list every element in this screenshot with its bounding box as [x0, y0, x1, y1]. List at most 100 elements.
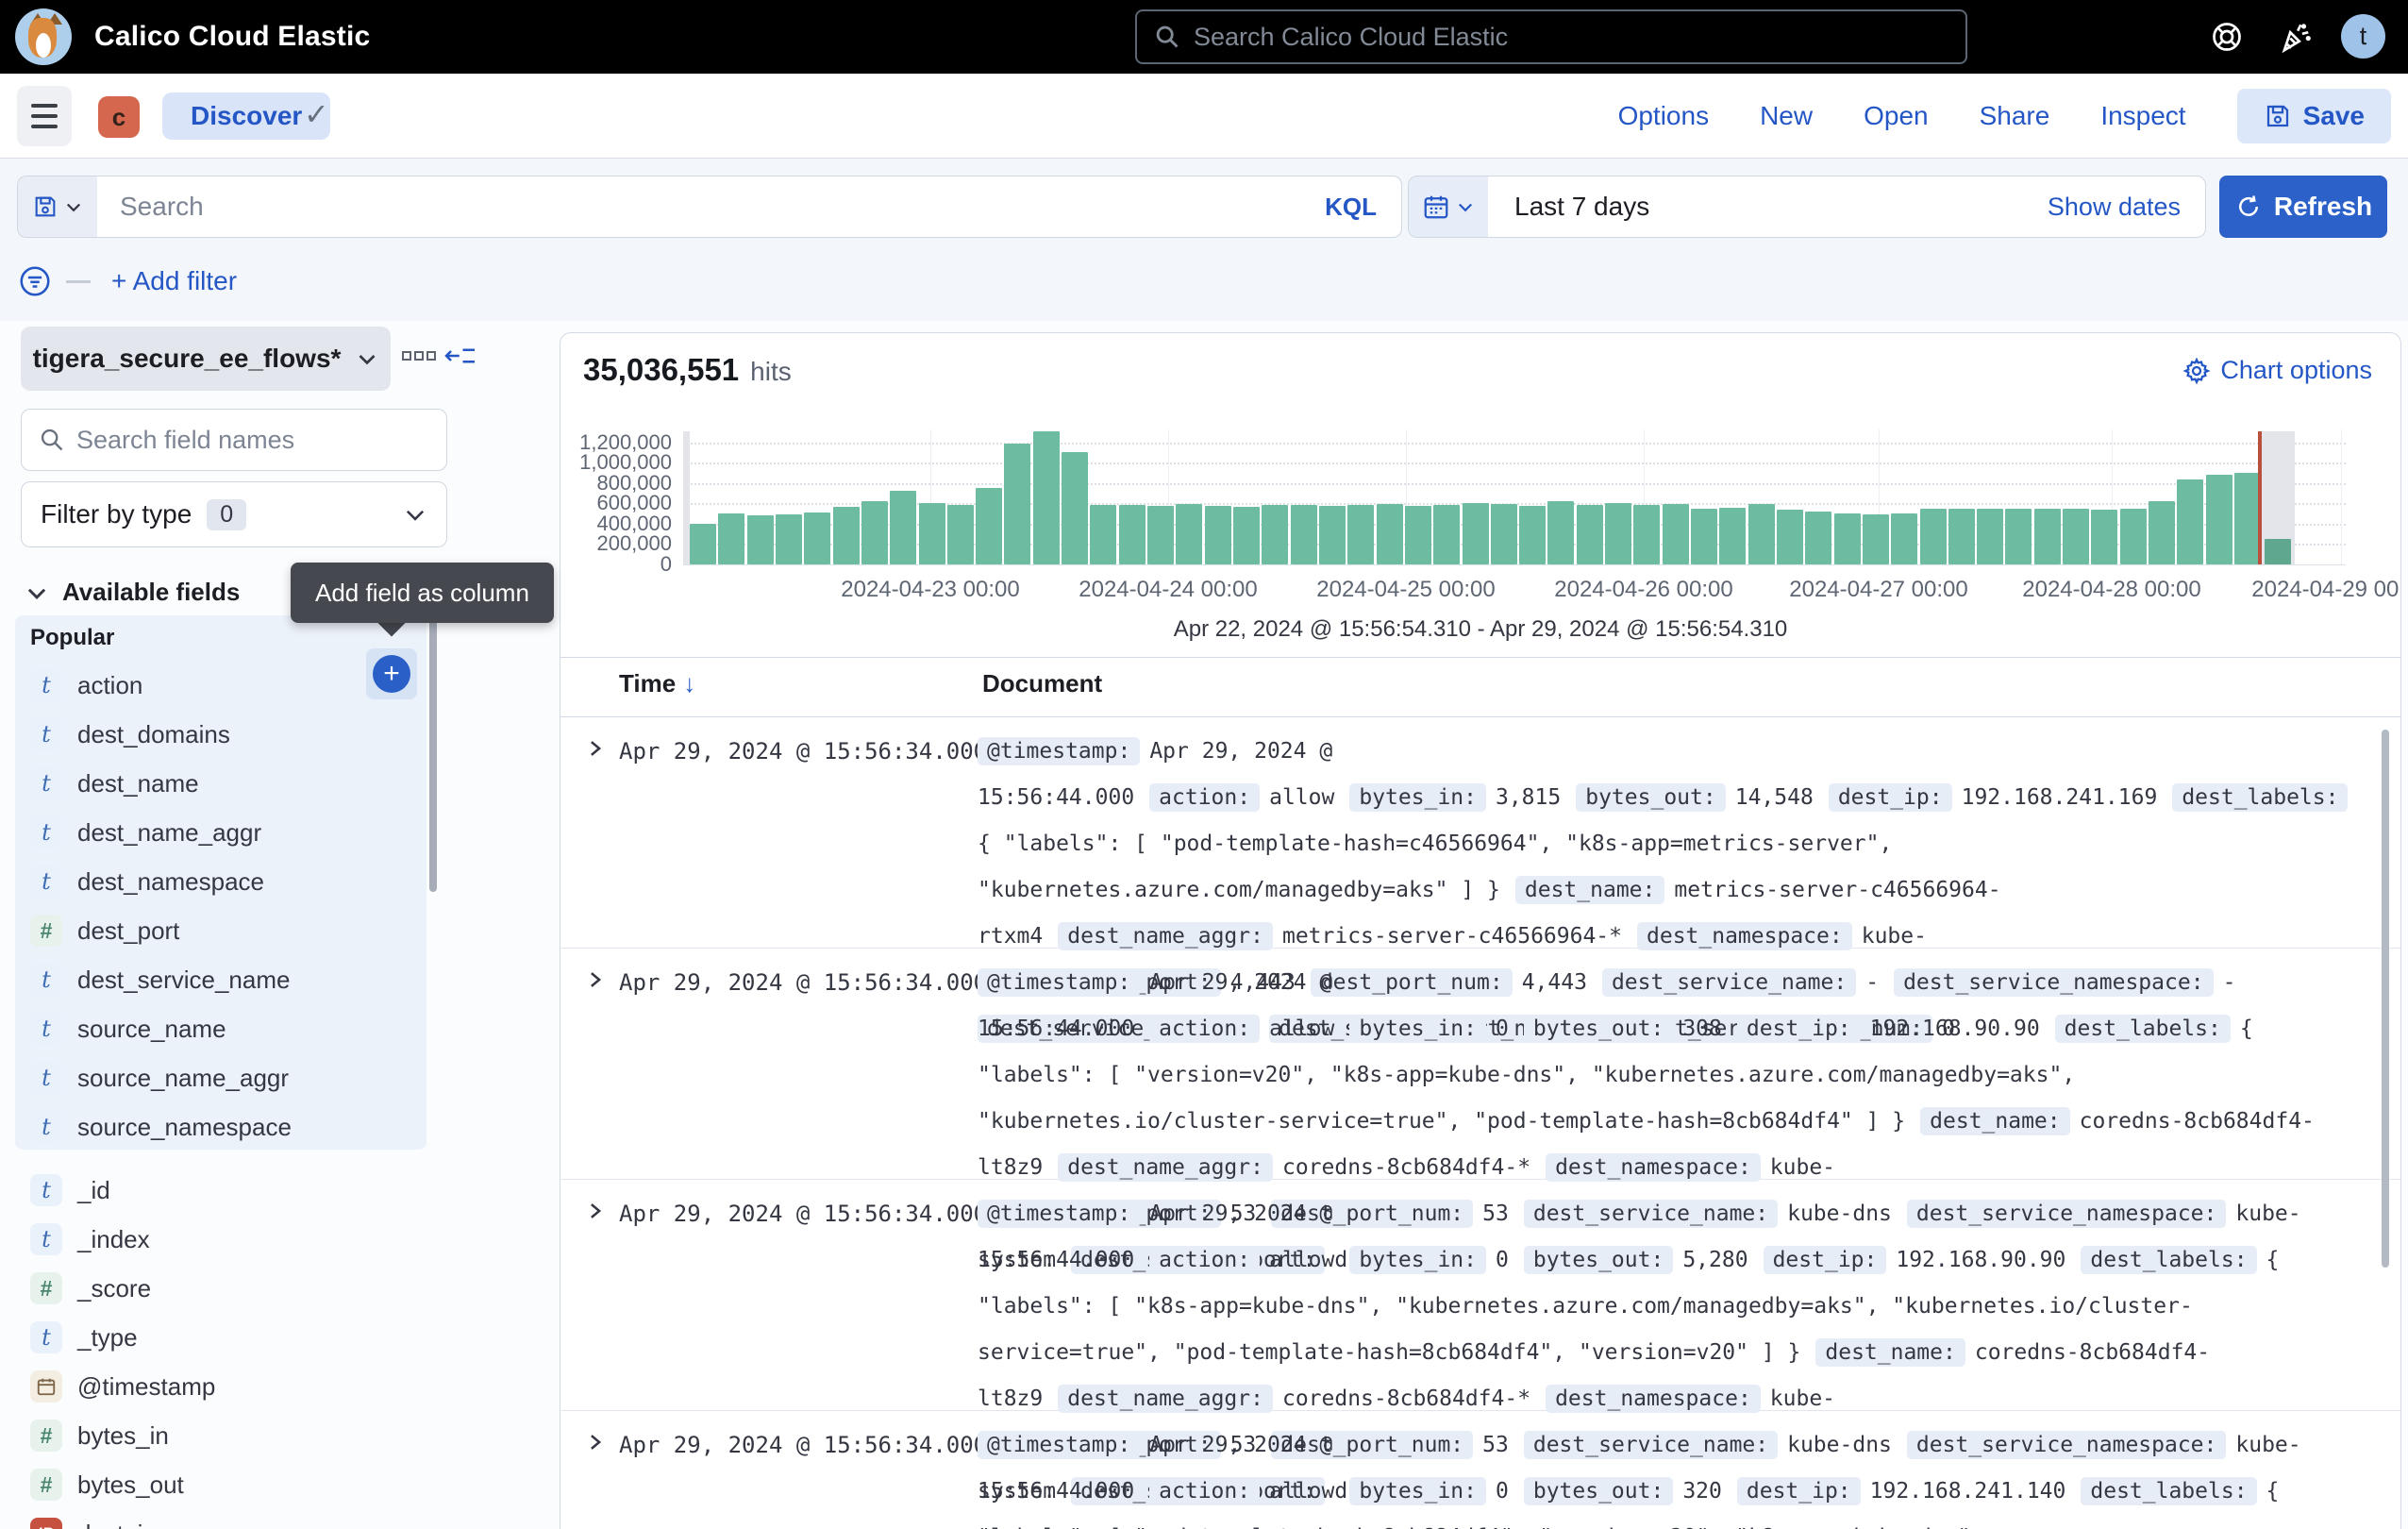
histogram-bar[interactable] — [1605, 503, 1631, 564]
histogram-bar[interactable] — [1463, 503, 1489, 564]
histogram-bar[interactable] — [2063, 509, 2089, 564]
help-button[interactable] — [2206, 16, 2248, 58]
field-item-_type[interactable]: t_type — [0, 1313, 426, 1362]
histogram-bar[interactable] — [2005, 509, 2032, 564]
histogram-bar[interactable] — [1777, 510, 1803, 564]
histogram-bar[interactable] — [833, 507, 860, 564]
histogram-bar[interactable] — [919, 503, 945, 564]
field-item-source_name[interactable]: tsource_name — [0, 1004, 426, 1053]
show-dates-button[interactable]: Show dates — [2048, 193, 2181, 222]
kql-search-input[interactable] — [97, 192, 1325, 222]
field-item-source_namespace[interactable]: tsource_namespace — [0, 1102, 426, 1151]
histogram-bar[interactable] — [1004, 444, 1030, 564]
collapse-sidebar-button[interactable] — [443, 342, 477, 375]
global-search-input[interactable] — [1194, 23, 1948, 52]
histogram-bar[interactable] — [1834, 513, 1861, 564]
histogram-bar[interactable] — [2234, 473, 2261, 564]
expand-row-button[interactable] — [585, 1201, 606, 1226]
space-badge[interactable]: c — [98, 96, 140, 138]
histogram-bar[interactable] — [1176, 504, 1202, 564]
field-item-dest_service_name[interactable]: tdest_service_name — [0, 955, 426, 1004]
field-item-dest_ip[interactable]: IPdest_ip — [0, 1509, 426, 1529]
histogram-bar[interactable] — [1377, 504, 1403, 564]
field-item-dest_name[interactable]: tdest_name — [0, 759, 426, 808]
histogram-bar[interactable] — [861, 501, 888, 564]
histogram-bar[interactable] — [1891, 513, 1917, 564]
field-search-box[interactable] — [21, 409, 447, 471]
histogram-bar[interactable] — [1633, 505, 1660, 564]
histogram-bar[interactable] — [1062, 452, 1088, 564]
histogram-bar[interactable] — [1205, 506, 1231, 564]
menu-open[interactable]: Open — [1864, 101, 1929, 131]
histogram-bar[interactable] — [1090, 505, 1116, 564]
histogram-bar[interactable] — [1748, 504, 1775, 564]
histogram-bar[interactable] — [2034, 509, 2061, 564]
histogram-bar[interactable] — [1347, 505, 1374, 564]
histogram-bar[interactable] — [2206, 475, 2232, 564]
saved-query-menu-button[interactable] — [18, 176, 97, 237]
kql-language-button[interactable]: KQL — [1325, 193, 1377, 222]
filter-menu-button[interactable] — [17, 263, 53, 299]
expand-row-button[interactable] — [585, 738, 606, 764]
expand-row-button[interactable] — [585, 969, 606, 995]
histogram-bar[interactable] — [1319, 506, 1346, 564]
quick-select-menu-button[interactable] — [1409, 176, 1488, 237]
filter-by-type-select[interactable]: Filter by type 0 — [21, 481, 447, 547]
field-item-_score[interactable]: #_score — [0, 1264, 426, 1313]
field-item-bytes_in[interactable]: #bytes_in — [0, 1411, 426, 1460]
field-item-_index[interactable]: t_index — [0, 1215, 426, 1264]
histogram-bar[interactable] — [1663, 504, 1689, 564]
field-item-dest_name_aggr[interactable]: tdest_name_aggr — [0, 808, 426, 857]
expand-row-button[interactable] — [585, 1432, 606, 1457]
field-item-dest_domains[interactable]: tdest_domains — [0, 710, 426, 759]
chart-options-button[interactable]: Chart options — [2182, 356, 2372, 385]
histogram-bar[interactable] — [2177, 479, 2203, 564]
date-picker[interactable]: Last 7 days Show dates — [1408, 176, 2206, 238]
histogram-bar[interactable] — [947, 505, 974, 564]
kql-search-box[interactable]: KQL — [17, 176, 1402, 238]
histogram-bar[interactable] — [1977, 509, 2003, 564]
whats-new-button[interactable] — [2274, 16, 2316, 58]
field-item-@timestamp[interactable]: @timestamp — [0, 1362, 426, 1411]
histogram-bar[interactable] — [2265, 539, 2291, 564]
histogram-bar[interactable] — [776, 514, 802, 564]
histogram-bar[interactable] — [1577, 505, 1603, 564]
add-filter-button[interactable]: + Add filter — [111, 266, 237, 296]
histogram-bar[interactable] — [1948, 509, 1975, 564]
global-search[interactable] — [1135, 9, 1967, 64]
histogram-bar[interactable] — [1920, 509, 1947, 564]
histogram-bar[interactable] — [690, 524, 716, 564]
menu-options[interactable]: Options — [1618, 101, 1710, 131]
histogram-bar[interactable] — [1262, 505, 1288, 564]
menu-inspect[interactable]: Inspect — [2100, 101, 2185, 131]
field-item-source_name_aggr[interactable]: tsource_name_aggr — [0, 1053, 426, 1102]
histogram-bar[interactable] — [1491, 504, 1517, 564]
histogram-bar[interactable] — [1291, 505, 1317, 564]
histogram-bar[interactable] — [1405, 506, 1431, 564]
table-scrollbar[interactable] — [2382, 730, 2389, 1268]
histogram-bar[interactable] — [890, 491, 916, 564]
histogram-bar[interactable] — [1433, 505, 1460, 564]
histogram-bar[interactable] — [1863, 514, 1889, 564]
field-item-action[interactable]: taction — [0, 661, 426, 710]
menu-new[interactable]: New — [1760, 101, 1813, 131]
menu-share[interactable]: Share — [1980, 101, 2050, 131]
time-range-value[interactable]: Last 7 days — [1514, 192, 1649, 222]
histogram-bar[interactable] — [1147, 506, 1174, 564]
field-grid-button[interactable] — [400, 342, 438, 375]
save-button[interactable]: Save — [2237, 89, 2391, 143]
histogram-bar[interactable] — [804, 512, 830, 564]
field-item-bytes_out[interactable]: #bytes_out — [0, 1460, 426, 1509]
histogram-bar[interactable] — [1233, 507, 1260, 564]
histogram-bar[interactable] — [2149, 501, 2175, 564]
field-item-dest_port[interactable]: #dest_port — [0, 906, 426, 955]
index-pattern-selector[interactable]: tigera_secure_ee_flows* — [21, 327, 391, 391]
column-header-time[interactable]: Time ↓ — [619, 669, 695, 698]
histogram-bar[interactable] — [1519, 506, 1546, 564]
field-search-input[interactable] — [76, 426, 429, 455]
histogram-bar[interactable] — [1691, 509, 1717, 564]
user-avatar[interactable]: t — [2341, 14, 2385, 59]
histogram-bar[interactable] — [2091, 510, 2117, 564]
histogram-bar[interactable] — [1033, 431, 1060, 564]
histogram-bar[interactable] — [2120, 509, 2147, 564]
